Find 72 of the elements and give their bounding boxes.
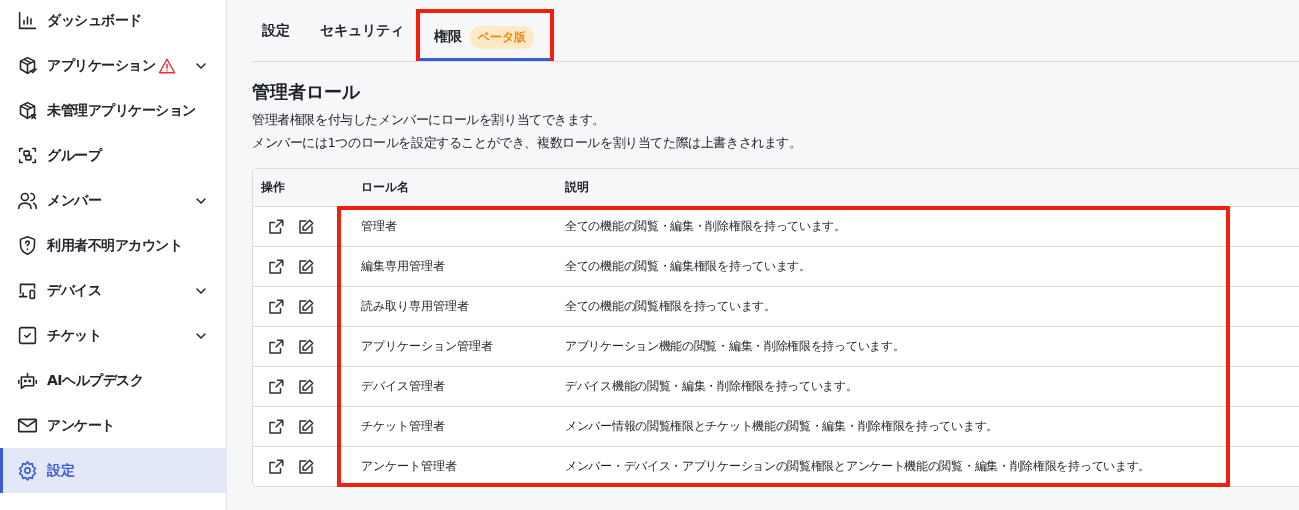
sidebar-item[interactable]: 未管理アプリケーション (0, 88, 226, 133)
section-description: メンバーには1つのロールを設定することができ、複数ロールを割り当てた際は上書きされます。 (252, 134, 803, 152)
sidebar-item[interactable]: ダッシュボード (0, 0, 226, 43)
nav-label: ダッシュボード (47, 11, 142, 30)
nav-label: チケット (47, 326, 101, 345)
tab[interactable]: 権限 ベータ版 (420, 13, 550, 61)
tab-label: 設定 (262, 21, 290, 40)
edit-icon[interactable] (297, 337, 315, 356)
sidebar-item[interactable]: 利用者不明アカウント (0, 223, 226, 268)
table-cell-text: アプリケーション機能の閲覧・編集・削除権限を持っています。 (564, 338, 905, 355)
box-check-icon (17, 55, 38, 76)
section-description: 管理者権限を付与したメンバーにロールを割り当てできます。 (252, 111, 606, 129)
sidebar-item[interactable]: アンケート (0, 403, 226, 448)
checkbox-icon (17, 325, 38, 346)
table-cell-text: メンバー・デバイス・アプリケーションの閲覧権限とアンケート機能の閲覧・編集・削除権限を持っています。 (564, 458, 1150, 475)
nav-label: 利用者不明アカウント (47, 236, 182, 255)
tab-label: セキュリティ (320, 21, 404, 40)
sidebar-item[interactable]: チケット (0, 313, 226, 358)
bar-chart-icon (17, 10, 38, 31)
external-link-icon[interactable] (267, 217, 285, 236)
table-cell-text: アプリケーション管理者 (360, 338, 494, 355)
settings-icon (17, 460, 38, 481)
sidebar-item[interactable]: 設定 (0, 448, 226, 493)
edit-icon[interactable] (297, 257, 315, 276)
table-cell-text: 全ての機能の閲覧・編集・削除権限を持っています。 (564, 218, 846, 235)
table-cell-text: 編集専用管理者 (360, 258, 446, 275)
beta-badge: ベータ版 (470, 25, 534, 49)
edit-icon[interactable] (297, 457, 315, 476)
tab-label: 権限 (434, 28, 462, 46)
sidebar-item[interactable]: グループ (0, 133, 226, 178)
nav-label: アンケート (47, 416, 115, 435)
group-icon (17, 145, 38, 166)
table-cell-text: チケット管理者 (360, 418, 446, 435)
external-link-icon[interactable] (267, 297, 285, 316)
external-link-icon[interactable] (267, 257, 285, 276)
table-cell-text: 全ての機能の閲覧権限を持っています。 (564, 298, 776, 315)
nav-label: アプリケーション (47, 56, 155, 75)
column-header: 操作 (260, 179, 286, 196)
sidebar-item[interactable]: アプリケーション (0, 43, 226, 88)
tab[interactable]: 設定 (256, 0, 296, 61)
external-link-icon[interactable] (267, 337, 285, 356)
bot-icon (17, 370, 38, 391)
nav-label: AIヘルプデスク (47, 371, 144, 390)
sidebar-item[interactable]: デバイス (0, 268, 226, 313)
table-cell-text: メンバー情報の閲覧権限とチケット機能の閲覧・編集・削除権限を持っています。 (564, 418, 998, 435)
nav-label: 設定 (47, 461, 74, 480)
edit-icon[interactable] (297, 217, 315, 236)
table-cell-text: 管理者 (360, 218, 398, 235)
users-icon (17, 190, 38, 211)
column-header: 説明 (564, 179, 589, 196)
external-link-icon[interactable] (267, 457, 285, 476)
table-cell-text: 全ての機能の閲覧・編集権限を持っています。 (564, 258, 811, 275)
edit-icon[interactable] (297, 297, 315, 316)
box-x-icon (17, 100, 38, 121)
shield-question-icon (17, 235, 38, 256)
nav-label: 未管理アプリケーション (47, 101, 196, 120)
table-cell-text: 読み取り専用管理者 (360, 298, 470, 315)
nav-label: グループ (47, 146, 101, 165)
column-header: ロール名 (360, 179, 410, 196)
nav-label: デバイス (47, 281, 101, 300)
external-link-icon[interactable] (267, 377, 285, 396)
sidebar-item[interactable]: AIヘルプデスク (0, 358, 226, 403)
table-cell-text: アンケート管理者 (360, 458, 458, 475)
edit-icon[interactable] (297, 417, 315, 436)
table-cell-text: デバイス機能の閲覧・編集・削除権限を持っています。 (564, 378, 858, 395)
table-cell-text: デバイス管理者 (360, 378, 446, 395)
nav-label: メンバー (47, 191, 101, 210)
sidebar-item[interactable]: メンバー (0, 178, 226, 223)
external-link-icon[interactable] (267, 417, 285, 436)
edit-icon[interactable] (297, 377, 315, 396)
section-title: 管理者ロール (252, 80, 362, 104)
tab[interactable]: セキュリティ (314, 0, 410, 61)
